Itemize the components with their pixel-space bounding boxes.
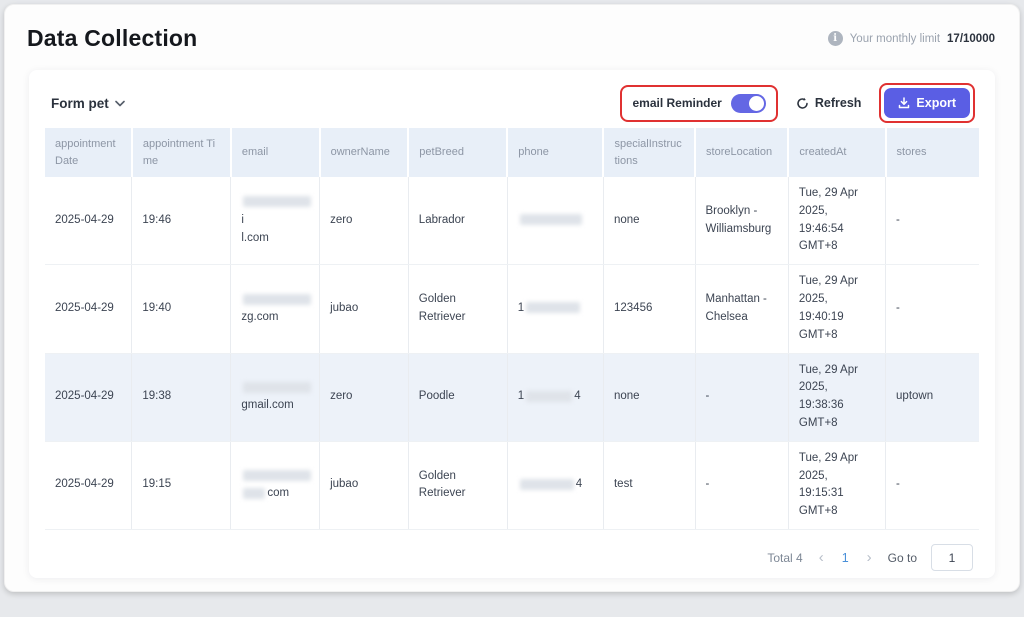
table-row: 2025-04-2919:46il.comzeroLabrador noneBro… [45, 177, 979, 265]
table-card: Form pet email Reminder Refresh [29, 70, 995, 578]
table-cell: Golden Retriever [408, 441, 507, 529]
column-header: appointment Time [132, 128, 231, 177]
table-cell: Tue, 29 Apr 2025, 19:38:36 GMT+8 [788, 353, 885, 441]
email-reminder-group: email Reminder [622, 87, 775, 120]
redacted-text [243, 382, 311, 393]
table-cell: il.com [231, 177, 320, 265]
table-cell: 19:38 [132, 353, 231, 441]
monthly-limit: i Your monthly limit 17/10000 [828, 31, 995, 46]
table-cell: jubao [320, 265, 409, 353]
table-cell: 19:46 [132, 177, 231, 265]
export-label: Export [916, 96, 956, 110]
table-cell: 14 [507, 353, 603, 441]
redacted-text [243, 294, 311, 305]
column-header: createdAt [788, 128, 885, 177]
refresh-icon [796, 97, 809, 110]
table-cell: none [603, 177, 695, 265]
table-cell: jubao [320, 441, 409, 529]
prev-page-icon[interactable]: ‹ [817, 550, 826, 565]
table-cell [507, 177, 603, 265]
download-icon [898, 97, 910, 109]
table-cell: zero [320, 177, 409, 265]
top-bar: Data Collection i Your monthly limit 17/… [5, 5, 1019, 62]
page-title: Data Collection [27, 25, 197, 52]
page-card: Data Collection i Your monthly limit 17/… [4, 4, 1020, 592]
table-cell: Brooklyn - Williamsburg [695, 177, 788, 265]
table-cell: Tue, 29 Apr 2025, 19:46:54 GMT+8 [788, 177, 885, 265]
table-cell: 19:40 [132, 265, 231, 353]
export-annotation-box: Export [879, 83, 975, 123]
redacted-text [520, 214, 582, 225]
table-cell: - [695, 441, 788, 529]
table-cell: 19:15 [132, 441, 231, 529]
column-header: ownerName [320, 128, 409, 177]
table-cell: zg.com [231, 265, 320, 353]
monthly-limit-label: Your monthly limit [850, 33, 940, 45]
next-page-icon[interactable]: › [865, 550, 874, 565]
table-cell: 2025-04-29 [45, 353, 132, 441]
info-icon[interactable]: i [828, 31, 843, 46]
column-header: stores [886, 128, 979, 177]
chevron-down-icon [115, 100, 125, 107]
redacted-text [526, 391, 572, 402]
data-table: appointment Dateappointment Timeemailown… [45, 128, 979, 530]
table-row: 2025-04-2919:15comjubaoGolden Retriever4… [45, 441, 979, 529]
table-cell: Manhattan - Chelsea [695, 265, 788, 353]
table-cell: 2025-04-29 [45, 441, 132, 529]
redacted-text [520, 479, 574, 490]
column-header: petBreed [408, 128, 507, 177]
email-reminder-annotation-box: email Reminder [620, 85, 777, 122]
table-cell: Golden Retriever [408, 265, 507, 353]
goto-label: Go to [888, 551, 917, 565]
form-selector-label: Form pet [51, 96, 109, 111]
redacted-text [243, 470, 311, 481]
table-cell: 123456 [603, 265, 695, 353]
table-cell: none [603, 353, 695, 441]
table-cell: 1 [507, 265, 603, 353]
email-reminder-label: email Reminder [632, 96, 721, 110]
column-header: storeLocation [695, 128, 788, 177]
redacted-text [526, 302, 580, 313]
toolbar: Form pet email Reminder Refresh [45, 84, 979, 128]
toolbar-right: email Reminder Refresh Export [620, 83, 975, 123]
refresh-label: Refresh [815, 96, 862, 110]
table-cell: test [603, 441, 695, 529]
table-cell: - [886, 177, 979, 265]
table-cell: Tue, 29 Apr 2025, 19:15:31 GMT+8 [788, 441, 885, 529]
table-cell: 2025-04-29 [45, 177, 132, 265]
table-cell: 2025-04-29 [45, 265, 132, 353]
table-cell: - [886, 441, 979, 529]
table-cell: Poodle [408, 353, 507, 441]
table-row: 2025-04-2919:38gmail.comzeroPoodle14none… [45, 353, 979, 441]
redacted-text [243, 196, 311, 207]
table-header-row: appointment Dateappointment Timeemailown… [45, 128, 979, 177]
table-cell: Tue, 29 Apr 2025, 19:40:19 GMT+8 [788, 265, 885, 353]
column-header: phone [507, 128, 603, 177]
current-page[interactable]: 1 [840, 551, 851, 565]
table-cell: 4 [507, 441, 603, 529]
pagination: Total 4 ‹ 1 › Go to [45, 530, 979, 571]
toggle-knob [749, 96, 764, 111]
table-cell: - [886, 265, 979, 353]
email-reminder-toggle[interactable] [731, 94, 766, 113]
table-cell: zero [320, 353, 409, 441]
table-cell: uptown [886, 353, 979, 441]
column-header: specialInstructions [603, 128, 695, 177]
table-cell: Labrador [408, 177, 507, 265]
form-selector-dropdown[interactable]: Form pet [51, 96, 125, 111]
redacted-text [243, 488, 265, 499]
pagination-total: Total 4 [767, 551, 802, 565]
table-row: 2025-04-2919:40zg.comjubaoGolden Retriev… [45, 265, 979, 353]
goto-page-input[interactable] [931, 544, 973, 571]
export-button[interactable]: Export [884, 88, 970, 118]
column-header: appointment Date [45, 128, 132, 177]
table-cell: gmail.com [231, 353, 320, 441]
table-cell: com [231, 441, 320, 529]
monthly-limit-value: 17/10000 [947, 33, 995, 45]
refresh-button[interactable]: Refresh [788, 90, 870, 116]
table-cell: - [695, 353, 788, 441]
column-header: email [231, 128, 320, 177]
